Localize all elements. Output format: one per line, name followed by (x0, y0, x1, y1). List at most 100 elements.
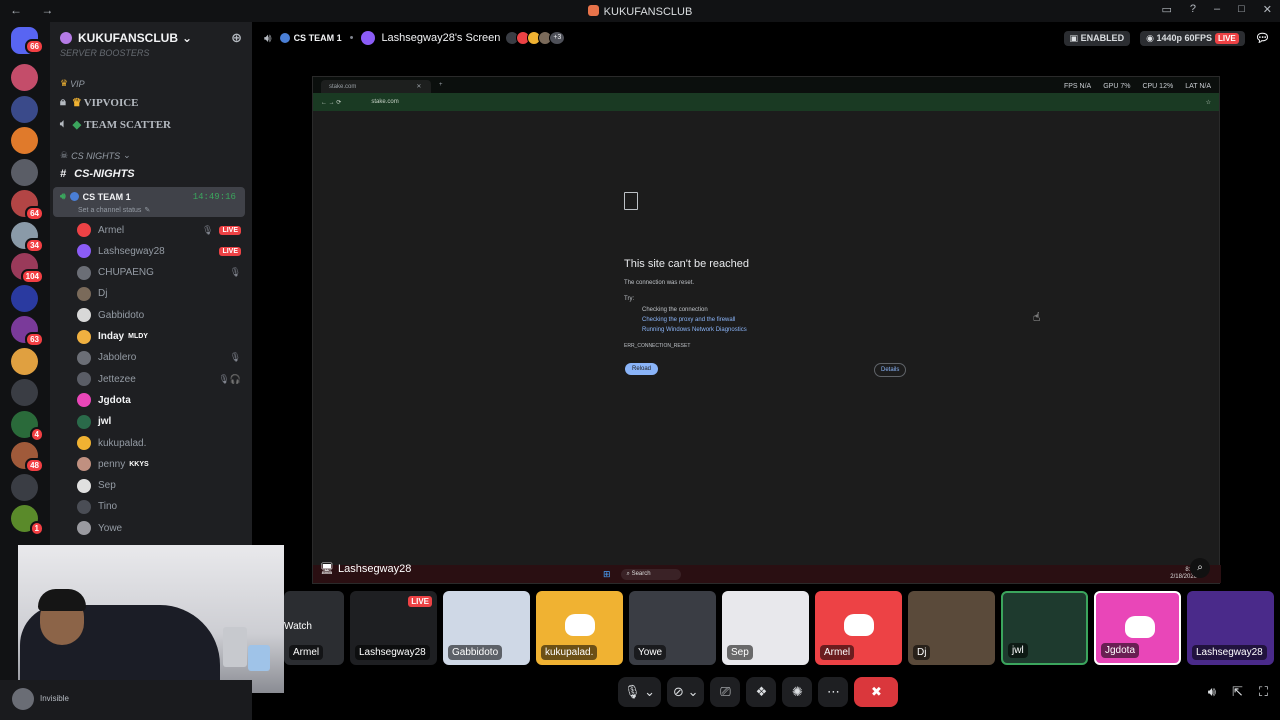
camera-button[interactable]: ⊘ ⌄ (667, 677, 705, 707)
participant-tile[interactable]: jwl (1001, 591, 1088, 665)
server-name: KUKUFANSCLUB (78, 31, 178, 45)
muted-icon: 🎙🎧 (218, 373, 241, 384)
window-control-icon[interactable]: ✕ (1263, 3, 1272, 16)
participant-tile[interactable]: Lashsegway28 (1187, 591, 1274, 665)
live-badge: LIVE (408, 596, 432, 607)
voice-user[interactable]: Jgdota (77, 390, 241, 410)
avatar (77, 286, 91, 301)
voice-user[interactable]: CHUPAENG 🎙 (77, 263, 241, 283)
voice-user[interactable]: Sep (77, 476, 241, 496)
more-button[interactable]: ⋯ (818, 677, 849, 707)
participant-tile[interactable]: Dj (908, 591, 995, 665)
voice-user[interactable]: Jabolero 🎙 (77, 348, 241, 368)
server-icon[interactable] (11, 347, 38, 375)
voice-user-name: CHUPAENG (98, 267, 154, 279)
window-control-icon[interactable]: ▭ (1161, 3, 1171, 16)
soundboard-icon: ✺ (792, 684, 803, 699)
voice-user[interactable]: Inday MLDY (77, 327, 241, 347)
partial-channel[interactable]: SERVER BOOSTERS (60, 48, 149, 58)
voice-user[interactable]: Yowe (77, 518, 241, 538)
lock-icon: 🔒︎ (60, 96, 66, 108)
voice-user-name: Jabolero (98, 352, 137, 364)
participant-tile[interactable]: Gabbidoto (443, 591, 530, 665)
popout-icon[interactable]: ⇱ (1232, 684, 1243, 700)
category-cs-nights[interactable]: ☠ CS NIGHTS ⌄ (60, 150, 131, 161)
participant-tile[interactable]: LIVE Lashsegway28 (350, 591, 437, 665)
server-icon[interactable] (11, 127, 38, 154)
voice-user[interactable]: Jettezee 🎙🎧 (77, 369, 241, 389)
live-badge: LIVE (219, 225, 241, 235)
participant-name: Dj (913, 645, 931, 660)
window-title: KUKUFANSCLUB (0, 5, 1280, 18)
channel-team-scatter-label: TEAM SCATTER (84, 118, 171, 131)
voice-user[interactable]: Dj (77, 284, 241, 304)
viewer-avatars[interactable]: +3 (505, 31, 566, 45)
nav-icons: ← → ⟳ (321, 99, 342, 106)
voice-user-name: penny (98, 458, 126, 470)
voice-user-name: Lashsegway28 (98, 245, 165, 257)
avatar (77, 308, 91, 323)
participant-tile[interactable]: Armel (815, 591, 902, 665)
server-icon[interactable] (11, 64, 38, 91)
server-icon[interactable] (11, 284, 38, 312)
screen-share-button[interactable]: ⎚ (710, 677, 741, 707)
voice-user[interactable]: Armel 🎙 LIVE (77, 220, 241, 240)
volume-icon[interactable]: 🔊︎ (1208, 684, 1216, 700)
mic-button[interactable]: 🎙︎ ⌄ (618, 677, 662, 707)
quality-badge[interactable]: ◉ 1440p 60FPS LIVE (1140, 30, 1245, 46)
disconnect-button[interactable]: ✖ (854, 677, 899, 707)
voice-user[interactable]: Lashsegway28 LIVE (77, 241, 241, 261)
channel-vipvoice[interactable]: 🔒︎ ♛ VIPVOICE (60, 96, 139, 109)
hash-icon: # (60, 168, 67, 180)
enabled-badge[interactable]: ▣ ENABLED (1063, 30, 1131, 46)
try-link-diagnostics[interactable]: Running Windows Network Diagnostics (642, 327, 944, 333)
participant-tile[interactable]: kukupalad. (536, 591, 623, 665)
participant-tile[interactable]: Watch Armel (284, 591, 344, 665)
add-member-icon[interactable]: ⊕ (231, 30, 242, 46)
browser-tab[interactable]: stake.com ✕ (321, 80, 431, 93)
channel-cs-team-1[interactable]: 🔊︎ CS TEAM 1 14:49:16 (60, 191, 236, 202)
voice-user[interactable]: Gabbidoto (77, 305, 241, 325)
participant-tile[interactable]: Jgdota (1094, 591, 1181, 665)
voice-user[interactable]: Tino (77, 497, 241, 517)
window-control-icon[interactable]: ? (1190, 3, 1196, 16)
monitor-icon: 🖥︎ (320, 563, 334, 575)
stream-view[interactable]: stake.com ✕ + FPS N/A GPU 7% CPU 12% LAT N/A… (312, 76, 1221, 584)
header-channel[interactable]: CS TEAM 1 (294, 33, 342, 43)
perf-overlay: FPS N/A GPU 7% CPU 12% LAT N/A (1064, 83, 1211, 90)
hand-cursor-icon: ☝ (1033, 310, 1041, 324)
chat-icon[interactable]: 💬︎ (1255, 31, 1270, 45)
activities-button[interactable]: ❖ (746, 677, 777, 707)
server-icon[interactable] (11, 379, 38, 406)
soundboard-button[interactable]: ✺ (782, 677, 813, 707)
server-icon[interactable] (11, 95, 38, 123)
participant-name: Lashsegway28 (355, 645, 430, 660)
voice-user[interactable]: kukupalad. (77, 433, 241, 453)
discord-logo-icon (565, 614, 595, 636)
avatar[interactable] (12, 688, 34, 710)
category-vip[interactable]: ♛ VIP (60, 78, 85, 89)
call-controls: 🎙︎ ⌄ ⊘ ⌄ ⎚ ❖ ✺ ⋯ ✖ (618, 676, 899, 708)
badge-icon: ▣ (1069, 32, 1081, 43)
participant-tile[interactable]: Sep (722, 591, 809, 665)
channel-status-hint[interactable]: Set a channel status ✎ (78, 206, 150, 215)
channel-cs-nights[interactable]: # CS-NIGHTS (60, 168, 135, 180)
voice-user[interactable]: jwl (77, 412, 241, 432)
participant-tile[interactable]: Yowe (629, 591, 716, 665)
details-button[interactable]: Details (874, 363, 907, 377)
reload-button[interactable]: Reload (625, 363, 659, 375)
channel-team-scatter[interactable]: 🔈︎ ◆ TEAM SCATTER (60, 118, 171, 131)
server-icon[interactable] (11, 473, 38, 501)
watch-button[interactable]: Watch (284, 621, 312, 632)
fullscreen-icon[interactable]: ⛶ (1259, 684, 1268, 700)
try-link-proxy[interactable]: Checking the proxy and the firewall (642, 317, 944, 323)
close-icon: ✕ (416, 84, 422, 90)
window-control-icon[interactable]: □ (1238, 3, 1245, 16)
muted-icon: 🎙 (202, 224, 214, 235)
crown-icon: ♛ (71, 97, 82, 109)
server-icon[interactable] (11, 158, 38, 186)
zoom-icon[interactable]: ⌕ (1190, 558, 1210, 578)
webcam-preview[interactable] (18, 545, 284, 693)
voice-user[interactable]: penny KKYS (77, 454, 241, 474)
window-control-icon[interactable]: – (1214, 3, 1220, 16)
